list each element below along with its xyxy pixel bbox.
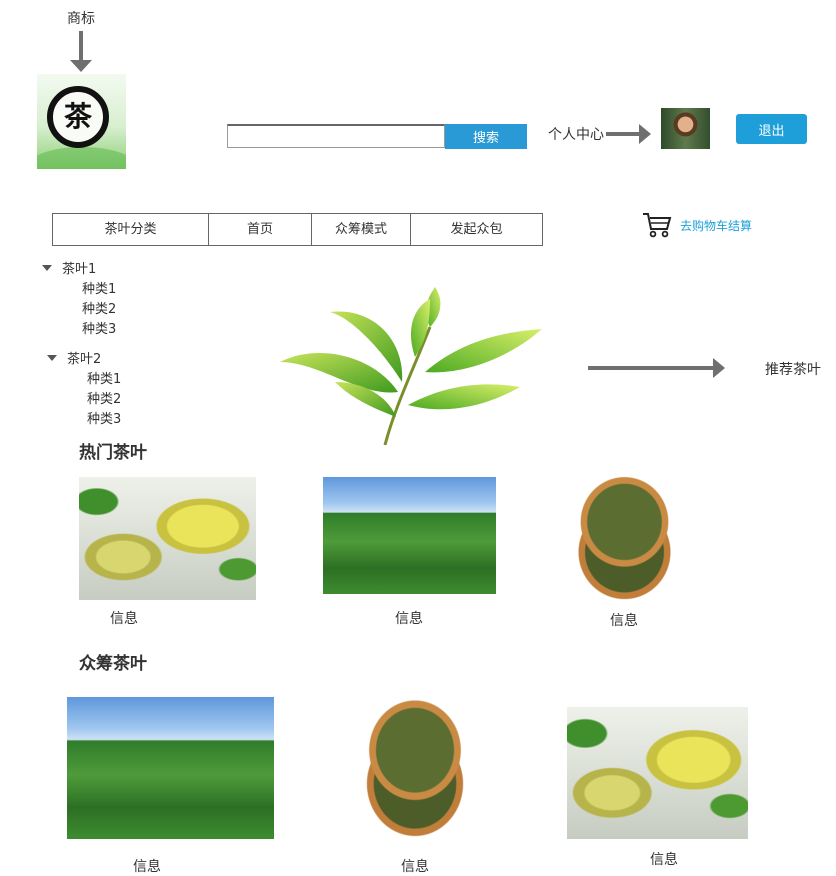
annotation-arrow-down	[70, 31, 92, 72]
cart-link[interactable]: 去购物车结算	[642, 212, 752, 238]
product-info[interactable]: 信息	[650, 849, 678, 869]
tea-seal-icon: 茶	[47, 86, 109, 148]
search-input[interactable]	[227, 124, 445, 148]
nav-item-launch-crowdsource[interactable]: 发起众包	[411, 214, 542, 245]
profile-annotation: 个人中心	[548, 127, 604, 143]
product-image[interactable]	[67, 697, 274, 839]
nav-item-crowdfunding[interactable]: 众筹模式	[312, 214, 411, 245]
logout-button[interactable]: 退出	[736, 114, 807, 144]
cart-label: 去购物车结算	[680, 218, 753, 233]
search-button[interactable]: 搜索	[445, 124, 527, 149]
tree-category-label: 茶叶1	[62, 262, 97, 277]
logo-annotation: 商标	[67, 11, 95, 27]
tree-item[interactable]: 种类2	[82, 298, 116, 317]
tree-item[interactable]: 种类3	[82, 318, 116, 337]
nav-item-home[interactable]: 首页	[209, 214, 312, 245]
hot-tea-title: 热门茶叶	[79, 443, 147, 463]
tea-leaf-banner-image	[280, 287, 542, 445]
site-logo[interactable]: 茶	[37, 74, 126, 169]
shopping-cart-icon	[643, 213, 672, 238]
product-info[interactable]: 信息	[110, 608, 138, 628]
tree-item[interactable]: 种类1	[82, 278, 116, 297]
tree-category-label: 茶叶2	[67, 352, 102, 367]
product-image[interactable]	[548, 474, 701, 600]
product-info[interactable]: 信息	[401, 856, 429, 876]
nav-item-tea-category[interactable]: 茶叶分类	[53, 214, 209, 245]
annotation-arrow-right	[606, 124, 651, 144]
triangle-down-icon	[42, 264, 52, 271]
product-info[interactable]: 信息	[133, 856, 161, 876]
product-image[interactable]	[323, 477, 496, 594]
product-info[interactable]: 信息	[610, 610, 638, 630]
product-info[interactable]: 信息	[395, 608, 423, 628]
crowd-tea-title: 众筹茶叶	[79, 654, 147, 674]
product-image[interactable]	[335, 697, 495, 837]
annotation-arrow-right	[588, 358, 725, 378]
product-image[interactable]	[567, 707, 748, 839]
logo-hill-shape	[37, 147, 126, 169]
tree-item[interactable]: 种类1	[87, 368, 121, 387]
tree-item[interactable]: 种类3	[87, 408, 121, 427]
product-image[interactable]	[79, 477, 256, 600]
avatar[interactable]	[661, 108, 710, 149]
main-nav: 茶叶分类 首页 众筹模式 发起众包	[52, 213, 543, 246]
tree-category-1[interactable]: 茶叶1	[42, 258, 96, 277]
recommend-annotation: 推荐茶叶	[765, 362, 821, 378]
tree-item[interactable]: 种类2	[87, 388, 121, 407]
tree-category-2[interactable]: 茶叶2	[47, 348, 101, 367]
logo-char: 茶	[63, 100, 92, 133]
triangle-down-icon	[47, 354, 57, 361]
